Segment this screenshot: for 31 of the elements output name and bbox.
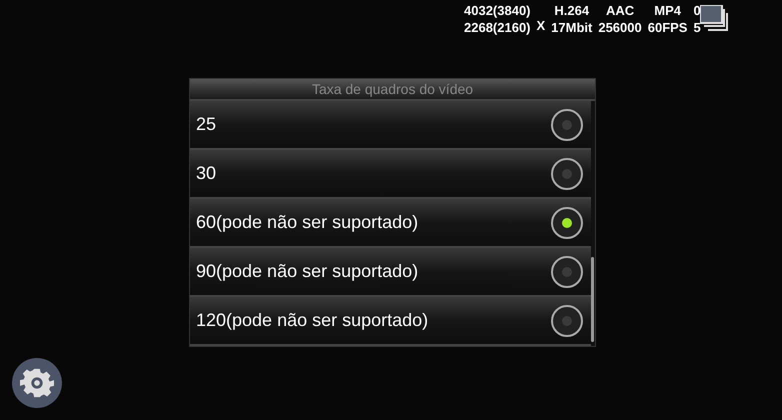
info-text: 0	[693, 2, 701, 19]
info-text: 60FPS	[648, 19, 688, 36]
option-label: 25	[196, 113, 216, 136]
option-row[interactable]: 120(pode não ser suportado)	[190, 297, 591, 346]
option-row[interactable]: 60(pode não ser suportado)	[190, 199, 591, 248]
option-label: 30	[196, 162, 216, 185]
option-row[interactable]: 30	[190, 150, 591, 199]
info-text: MP4	[654, 2, 681, 19]
settings-icon	[20, 366, 54, 400]
info-text: 5	[693, 19, 701, 36]
option-row[interactable]: 90(pode não ser suportado)	[190, 248, 591, 297]
option-label: 120(pode não ser suportado)	[196, 309, 428, 332]
scrollbar[interactable]	[591, 257, 594, 342]
option-row[interactable]: 25	[190, 101, 591, 150]
info-text: H.264	[554, 2, 590, 19]
resolution-text: 2268(2160)	[464, 19, 530, 36]
separator-text: X	[536, 16, 546, 34]
option-label: 90(pode não ser suportado)	[196, 260, 418, 283]
info-text: AAC	[606, 2, 634, 19]
radio-button[interactable]	[551, 108, 583, 140]
resolution-text: 4032(3840)	[464, 2, 530, 19]
radio-button[interactable]	[551, 206, 583, 238]
radio-button[interactable]	[551, 304, 583, 336]
radio-button[interactable]	[551, 158, 583, 190]
option-label: 60(pode não ser suportado)	[196, 211, 418, 234]
settings-button[interactable]	[12, 358, 62, 408]
windows-icon[interactable]	[700, 5, 728, 31]
info-text: 17Mbit	[551, 19, 592, 36]
info-text: 256000	[598, 19, 642, 36]
dialog-title: Taxa de quadros do vídeo	[312, 80, 474, 99]
radio-button[interactable]	[551, 256, 583, 288]
